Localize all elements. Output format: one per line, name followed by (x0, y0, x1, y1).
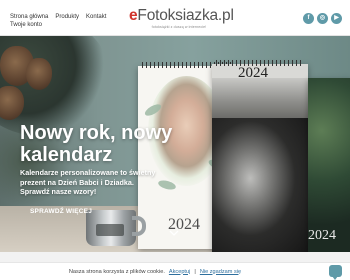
nav-link-products[interactable]: Produkty (55, 13, 79, 21)
calendar-photo (308, 78, 350, 252)
calendar-year: 2024 (308, 228, 336, 243)
nav-link-account[interactable]: Twoje konto (10, 21, 42, 29)
logo-tagline: fotoksiążki z duszą w internecie! (151, 25, 207, 29)
nav-link-contact[interactable]: Kontakt (86, 13, 106, 21)
nav-link-home[interactable]: Strona główna (10, 13, 48, 21)
hero-banner[interactable]: 2024 2024 2024 Nowy rok, nowy kalendarz … (0, 36, 350, 252)
cookie-text: Nasza strona korzysta z plików cookie. (68, 268, 165, 275)
logo-name: Fotoksiazka.pl (137, 7, 234, 24)
instagram-icon[interactable]: ◎ (317, 13, 328, 24)
facebook-icon[interactable]: f (303, 13, 314, 24)
cookie-bar: Nasza strona korzysta z plików cookie. A… (0, 262, 350, 280)
chat-icon[interactable] (329, 265, 342, 280)
mug-print (96, 224, 124, 236)
logo-text: eFotoksiazka.pl (129, 7, 234, 24)
cookie-reject-link[interactable]: Nie zgadzam się (200, 269, 241, 275)
cookie-separator: | (194, 268, 196, 275)
youtube-icon[interactable]: ▶ (331, 13, 342, 24)
calendar-plants-image: 2024 (308, 78, 350, 252)
site-logo[interactable]: eFotoksiazka.pl fotoksiążki z duszą w in… (129, 7, 234, 29)
site-header: Strona główna Produkty Kontakt Twoje kon… (0, 0, 350, 36)
hero-title: Nowy rok, nowy kalendarz (20, 122, 173, 166)
calendar-landscape (212, 78, 308, 118)
hero-description: Kalendarze personalizowane to świetny pr… (20, 168, 156, 196)
chevron-down-icon[interactable] (169, 228, 179, 238)
see-more-button[interactable]: SPRAWDŹ WIĘCEJ (20, 204, 102, 219)
pine-cone-image (26, 58, 52, 90)
cookie-accept-link[interactable]: Akceptuj (169, 269, 190, 275)
calendar-portrait-image: 2024 (212, 60, 308, 252)
social-links: f ◎ ▶ (303, 13, 342, 24)
main-nav: Strona główna Produkty Kontakt Twoje kon… (10, 13, 106, 29)
content-strip (0, 252, 350, 262)
nav-row-2: Twoje konto (10, 21, 106, 29)
calendar-year: 2024 (238, 65, 268, 81)
header-divider (0, 35, 350, 36)
nav-row-1: Strona główna Produkty Kontakt (10, 13, 106, 21)
calendar-photo (212, 118, 308, 252)
